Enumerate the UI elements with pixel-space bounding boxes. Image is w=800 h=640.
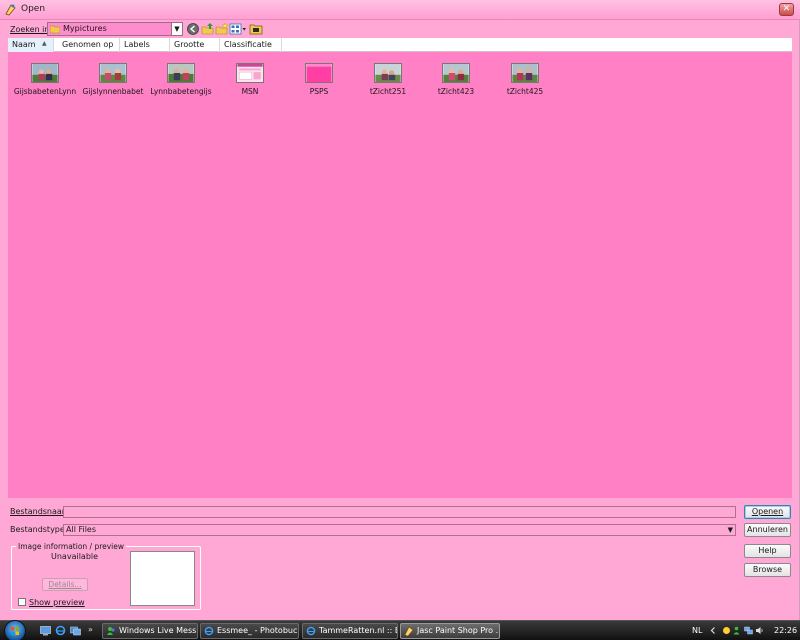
ie-icon <box>204 626 214 636</box>
file-name: tZicht423 <box>437 87 475 96</box>
file-item[interactable]: GijsbabetenLynn <box>11 60 79 100</box>
taskbar: » Windows Live Mess... Essmee_ - Photobu… <box>0 620 800 640</box>
up-folder-icon[interactable] <box>201 22 215 36</box>
show-preview-label[interactable]: Show preview <box>29 598 85 607</box>
file-item[interactable]: tZicht251 <box>354 60 422 100</box>
filename-input[interactable] <box>63 506 736 518</box>
column-size[interactable]: Grootte <box>170 38 220 52</box>
lookin-label: Zoeken in: <box>10 25 53 34</box>
column-header: Naam ▲ Genomen op Labels Grootte Classif… <box>8 38 792 52</box>
paintshop-icon <box>5 4 16 16</box>
desktop-folder-icon[interactable] <box>249 22 263 36</box>
lookin-dropdown[interactable]: Mypictures ▼ <box>47 22 183 36</box>
switch-windows-icon[interactable] <box>70 625 81 636</box>
column-labels[interactable]: Labels <box>120 38 170 52</box>
file-item[interactable]: Lynnbabetengijs <box>147 60 215 100</box>
start-button[interactable] <box>4 620 26 640</box>
screenshot-thumbnail-icon <box>236 63 264 83</box>
column-name[interactable]: Naam ▲ <box>8 38 54 52</box>
taskbar-item-paintshop[interactable]: Jasc Paint Shop Pro ... <box>400 623 500 639</box>
image-preview <box>130 551 195 606</box>
filetype-dropdown[interactable]: All Files ▼ <box>63 524 736 536</box>
column-date-taken[interactable]: Genomen op <box>58 38 120 52</box>
clock: 22:26 <box>774 626 798 635</box>
show-desktop-icon[interactable] <box>40 625 51 636</box>
view-menu-icon[interactable] <box>229 22 247 36</box>
photo-thumbnail-icon <box>442 63 470 83</box>
photo-thumbnail-icon <box>99 63 127 83</box>
file-name: Gijslynnenbabet <box>82 87 144 96</box>
photo-thumbnail-icon <box>31 63 59 83</box>
pink-image-thumbnail-icon <box>305 63 333 83</box>
browse-button[interactable]: Browse <box>744 563 791 577</box>
messenger-icon <box>107 627 115 635</box>
quicklaunch-more-icon[interactable]: » <box>88 625 93 634</box>
help-button[interactable]: Help <box>744 544 791 558</box>
volume-icon[interactable] <box>755 626 764 635</box>
tray-app-icon[interactable] <box>722 626 731 635</box>
file-item[interactable]: PSPS <box>285 60 353 100</box>
open-button[interactable]: Openen <box>744 505 791 519</box>
details-button: Details... <box>42 578 88 591</box>
network-icon[interactable] <box>744 626 753 635</box>
language-indicator[interactable]: NL <box>692 626 702 635</box>
messenger-tray-icon[interactable] <box>733 626 742 635</box>
file-name: GijsbabetenLynn <box>13 87 77 96</box>
taskbar-item-label: TammeRatten.nl :: B... <box>319 626 397 635</box>
file-name: Lynnbabetengijs <box>150 87 212 96</box>
sort-arrow-icon: ▲ <box>42 40 47 47</box>
photo-thumbnail-icon <box>374 63 402 83</box>
taskbar-item-messenger[interactable]: Windows Live Mess... <box>102 623 198 639</box>
file-name: tZicht251 <box>369 87 407 96</box>
file-item[interactable]: MSN <box>216 60 284 100</box>
image-info-status: Unavailable <box>51 552 99 561</box>
new-folder-icon[interactable] <box>215 22 229 36</box>
file-item[interactable]: Gijslynnenbabet <box>79 60 147 100</box>
file-list[interactable]: GijsbabetenLynn Gijslynnenbabet Lynnbabe… <box>8 52 792 498</box>
taskbar-item-label: Essmee_ - Photobuc... <box>217 626 299 635</box>
taskbar-item-label: Jasc Paint Shop Pro ... <box>417 626 500 635</box>
taskbar-item-label: Windows Live Mess... <box>119 626 198 635</box>
back-icon[interactable] <box>186 22 200 36</box>
file-item[interactable]: tZicht423 <box>422 60 490 100</box>
lookin-value: Mypictures <box>63 24 107 33</box>
tray-chevron-icon[interactable] <box>709 626 718 635</box>
photo-thumbnail-icon <box>167 63 195 83</box>
paintshop-icon <box>404 626 414 636</box>
chevron-down-icon[interactable]: ▼ <box>728 526 733 534</box>
file-name: MSN <box>241 87 259 96</box>
column-rating[interactable]: Classificatie <box>220 38 282 52</box>
image-info-group-label: Image information / preview <box>16 542 127 551</box>
taskbar-item-photobucket[interactable]: Essmee_ - Photobuc... <box>200 623 299 639</box>
file-name: PSPS <box>309 87 329 96</box>
chevron-down-icon[interactable]: ▼ <box>171 23 182 35</box>
show-preview-checkbox[interactable] <box>18 598 26 606</box>
taskbar-item-tammeratten[interactable]: TammeRatten.nl :: B... <box>302 623 398 639</box>
windows-logo-icon <box>11 627 19 635</box>
close-button[interactable]: ✕ <box>779 3 794 16</box>
window-title: Open <box>21 4 46 14</box>
open-dialog: Open ✕ Zoeken in: Mypictures ▼ Naam ▲ Ge… <box>0 0 800 620</box>
ie-icon <box>306 626 316 636</box>
file-item[interactable]: tZicht425 <box>491 60 559 100</box>
filetype-value: All Files <box>66 525 97 534</box>
title-bar[interactable]: Open ✕ <box>0 0 800 20</box>
internet-explorer-icon[interactable] <box>55 625 66 636</box>
file-name: tZicht425 <box>506 87 544 96</box>
folder-icon <box>50 25 60 34</box>
photo-thumbnail-icon <box>511 63 539 83</box>
cancel-button[interactable]: Annuleren <box>744 523 791 537</box>
